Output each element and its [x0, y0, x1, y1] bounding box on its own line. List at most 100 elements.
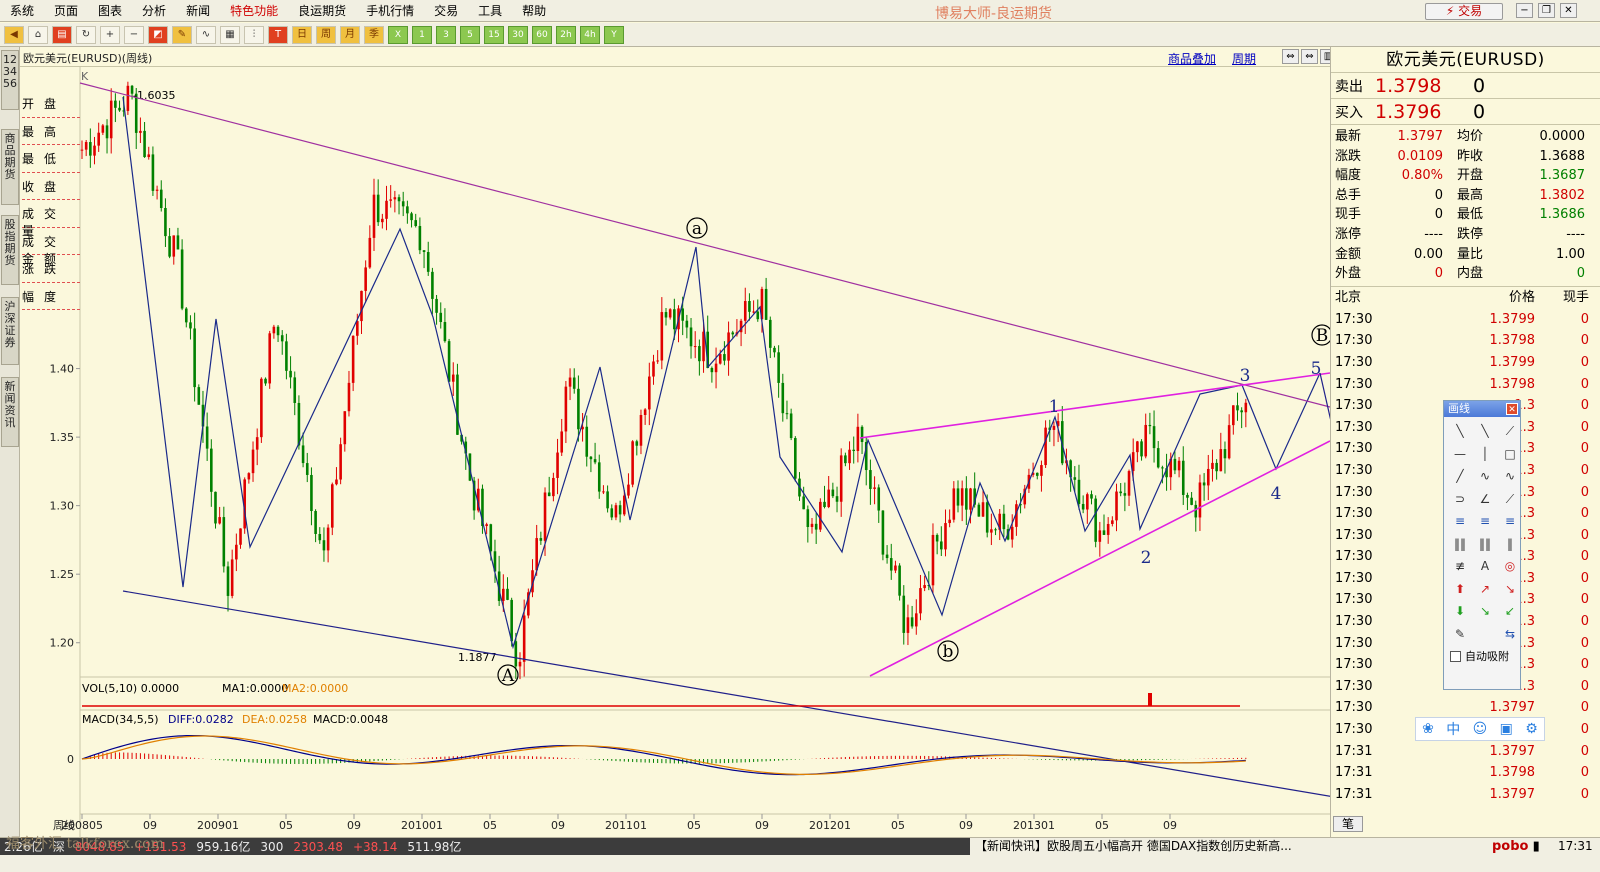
draw-tool-10-icon[interactable]: ∠: [1473, 489, 1497, 511]
period-link[interactable]: 周期: [1232, 50, 1256, 67]
draw-tool-23-icon[interactable]: ↘: [1498, 579, 1522, 601]
left-tab-0[interactable]: 12 34 56: [1, 50, 19, 110]
pen-tab[interactable]: 笔: [1333, 816, 1363, 832]
menu-item-9[interactable]: 工具: [468, 0, 512, 22]
period-button-6[interactable]: 5: [460, 25, 480, 44]
period-button-2[interactable]: 季: [364, 25, 384, 44]
minimize-icon[interactable]: −: [1516, 3, 1533, 18]
left-tab-3[interactable]: 沪 深 证 券: [1, 297, 19, 365]
menu-item-1[interactable]: 页面: [44, 0, 88, 22]
draw-tool-15-icon[interactable]: ‖‖: [1448, 534, 1472, 556]
period-button-0[interactable]: 周: [316, 25, 336, 44]
period-button-9[interactable]: 60: [532, 25, 552, 44]
shrink-icon[interactable]: ⇔: [1282, 49, 1299, 64]
checkbox-icon[interactable]: [1450, 650, 1461, 662]
draw-tool-5-icon[interactable]: □: [1498, 444, 1522, 466]
draw-tool-25-icon[interactable]: ↘: [1473, 601, 1497, 623]
draw-tool-28-icon[interactable]: [1473, 624, 1497, 646]
period-button-3[interactable]: X: [388, 25, 408, 44]
draw-tool-8-icon[interactable]: ∿: [1498, 466, 1522, 488]
left-tab-1[interactable]: 商 品 期 货: [1, 129, 19, 205]
left-tab-2[interactable]: 股 指 期 货: [1, 215, 19, 285]
candle-body: [105, 125, 109, 139]
candle-body: [339, 444, 342, 480]
period-button-4[interactable]: 1: [412, 25, 432, 44]
draw-tool-13-icon[interactable]: ≡: [1473, 511, 1497, 533]
refresh-icon[interactable]: ↻: [76, 25, 96, 44]
menu-item-7[interactable]: 手机行情: [356, 0, 424, 22]
kline-icon[interactable]: ⫶: [244, 25, 264, 44]
expand-icon[interactable]: ⇔: [1301, 49, 1318, 64]
draw-tool-12-icon[interactable]: ≡: [1448, 511, 1472, 533]
draw-tool-18-icon[interactable]: ≢: [1448, 556, 1472, 578]
close-icon[interactable]: ✕: [1506, 403, 1518, 415]
back-arrow-icon[interactable]: ◀: [4, 25, 24, 44]
draw-tool-21-icon[interactable]: ⬆: [1448, 579, 1472, 601]
draw-tool-27-icon[interactable]: ✎: [1448, 624, 1472, 646]
menu-item-5[interactable]: 特色功能: [220, 0, 288, 22]
overlay-link[interactable]: 商品叠加: [1168, 50, 1216, 67]
draw-tool-16-icon[interactable]: ‖‖: [1473, 534, 1497, 556]
draw-tool-1-icon[interactable]: ╲: [1473, 421, 1497, 443]
quote-board-icon[interactable]: ▤: [52, 25, 72, 44]
auto-snap-checkbox[interactable]: 自动吸附: [1444, 648, 1520, 664]
draw-tool-20-icon[interactable]: ◎: [1498, 556, 1522, 578]
chinese-mode-icon[interactable]: 中: [1446, 719, 1460, 739]
menu-item-0[interactable]: 系统: [0, 0, 44, 22]
trade-button[interactable]: ⚡ 交易: [1425, 3, 1503, 20]
draw-tool-11-icon[interactable]: ⟋: [1498, 489, 1522, 511]
close-icon[interactable]: ✕: [1560, 3, 1577, 18]
draw-tool-6-icon[interactable]: ╱: [1448, 466, 1472, 488]
candle-body: [535, 538, 538, 571]
draw-tool-0-icon[interactable]: ╲: [1448, 421, 1472, 443]
period-button-1[interactable]: 月: [340, 25, 360, 44]
emoji-icon[interactable]: ☺: [1473, 721, 1488, 737]
draw-tool-17-icon[interactable]: ‖: [1498, 534, 1522, 556]
draw-tool-7-icon[interactable]: ∿: [1473, 466, 1497, 488]
draw-tool-22-icon[interactable]: ↗: [1473, 579, 1497, 601]
period-button-11[interactable]: 4h: [580, 25, 600, 44]
table-icon[interactable]: ▦: [220, 25, 240, 44]
draw-tool-4-icon[interactable]: │: [1473, 444, 1497, 466]
candle-body: [406, 206, 409, 214]
picture-icon[interactable]: ▣: [1500, 721, 1513, 737]
drawing-palette[interactable]: 画线 ✕ ╲ ╲ ⟋ — │ □ ╱ ∿ ∿ ⊃ ∠ ⟋ ≡ ≡ ≡ ‖‖ ‖‖ ‖ ≢ A ◎ ⬆ ↗ ↘ ⬇ ↘ ↙ ✎ ⇆ 自动吸…: [1443, 400, 1521, 690]
draw-tool-24-icon[interactable]: ⬇: [1448, 601, 1472, 623]
news-ticker[interactable]: 【新闻快讯】欧股周五小幅高开 德国DAX指数创历史新高...: [975, 838, 1292, 855]
indicator-icon[interactable]: ∿: [196, 25, 216, 44]
candle-body: [1156, 448, 1160, 468]
menu-item-10[interactable]: 帮助: [512, 0, 556, 22]
candle-body: [935, 534, 939, 542]
menu-item-8[interactable]: 交易: [424, 0, 468, 22]
zoom-in-icon[interactable]: +: [100, 25, 120, 44]
draw-tool-2-icon[interactable]: ⟋: [1498, 421, 1522, 443]
draw-tool-14-icon[interactable]: ≡: [1498, 511, 1522, 533]
menu-item-4[interactable]: 新闻: [176, 0, 220, 22]
draw-tool-3-icon[interactable]: —: [1448, 444, 1472, 466]
period-button-5[interactable]: 3: [436, 25, 456, 44]
tick-chart-icon[interactable]: T: [268, 25, 288, 44]
layout-icon[interactable]: ◩: [148, 25, 168, 44]
period-button-12[interactable]: Y: [604, 25, 624, 44]
period-button-8[interactable]: 30: [508, 25, 528, 44]
menu-item-6[interactable]: 良运期货: [288, 0, 356, 22]
left-tab-4[interactable]: 新 闻 资 讯: [1, 377, 19, 447]
zoom-out-icon[interactable]: −: [124, 25, 144, 44]
home-icon[interactable]: ⌂: [28, 25, 48, 44]
main-chart[interactable]: K1.401.351.301.251.20200805 09 200901 05 09 2…: [20, 67, 1330, 837]
draw-tool-29-icon[interactable]: ⇆: [1498, 624, 1522, 646]
period-button-10[interactable]: 2h: [556, 25, 576, 44]
menu-item-2[interactable]: 图表: [88, 0, 132, 22]
paw-icon[interactable]: ❀: [1422, 721, 1434, 737]
draw-tool-19-icon[interactable]: A: [1473, 556, 1497, 578]
draw-pen-icon[interactable]: ✎: [172, 25, 192, 44]
restore-icon[interactable]: ❐: [1538, 3, 1555, 18]
period-button-7[interactable]: 15: [484, 25, 504, 44]
day-period-icon[interactable]: 日: [292, 25, 312, 44]
draw-tool-26-icon[interactable]: ↙: [1498, 601, 1522, 623]
draw-tool-9-icon[interactable]: ⊃: [1448, 489, 1472, 511]
settings-icon[interactable]: ⚙: [1525, 721, 1538, 737]
menu-item-3[interactable]: 分析: [132, 0, 176, 22]
candle-body: [176, 235, 180, 250]
candle-body: [718, 354, 722, 364]
